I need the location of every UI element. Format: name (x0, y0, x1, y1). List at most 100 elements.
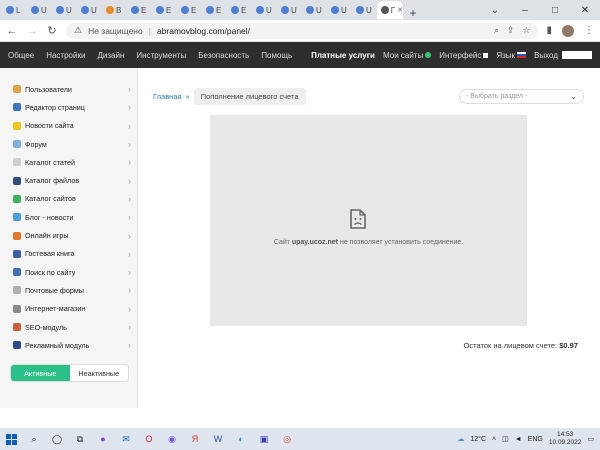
active-modules-tab[interactable]: Активные (11, 365, 70, 381)
section-select[interactable]: - Выбрать раздел - ⌄ (459, 89, 584, 104)
url-text[interactable]: abramovblog.com/panel/ (157, 26, 250, 36)
sidebar-item[interactable]: Каталог статей › (0, 153, 137, 171)
back-icon[interactable]: ← (6, 25, 18, 37)
sidebar-item[interactable]: Онлайн игры › (0, 226, 137, 244)
sidebar-item[interactable]: Новости сайта › (0, 117, 137, 135)
browser-tab[interactable]: E (127, 1, 152, 19)
sidebar-item[interactable]: Интернет-магазин › (0, 300, 137, 318)
error-prefix: Сайт (273, 239, 290, 246)
weather-icon[interactable]: ☁ (457, 435, 464, 443)
sidebar-item[interactable]: Каталог сайтов › (0, 190, 137, 208)
tray-chevron-icon[interactable]: ˄ (492, 436, 496, 443)
topnav-paid-services[interactable]: Платные услуги (311, 51, 375, 60)
sidebar-item[interactable]: Каталог файлов › (0, 171, 137, 189)
chevron-right-icon: › (128, 248, 131, 259)
windows-taskbar: ⌕ ◯ ⧉ ● ✉ O ◉ Я W ◐ ▣ ◎ ☁ 12°C ˄ ◫ ◄ ENG… (0, 428, 600, 450)
chrome-icon[interactable]: ◎ (280, 432, 294, 446)
sidebar-item[interactable]: Пользователи › (0, 80, 137, 98)
topnav-interface[interactable]: Интерфейс (439, 50, 489, 60)
reload-icon[interactable]: ↻ (46, 24, 58, 37)
browser-tab[interactable]: E (227, 1, 252, 19)
browser-tab[interactable]: U (327, 1, 352, 19)
menu-icon[interactable]: ⋮ (584, 25, 594, 36)
address-bar[interactable]: ⚠ Не защищено | abramovblog.com/panel/ ⌕… (66, 22, 539, 39)
favicon-icon (6, 6, 14, 14)
maximize-icon[interactable]: □ (540, 5, 570, 16)
sidebar-item[interactable]: Рекламный модуль › (0, 336, 137, 354)
articles-icon (13, 158, 21, 167)
shop-icon (13, 304, 21, 313)
yandex-browser-icon[interactable]: ◉ (165, 432, 179, 446)
status-dot-icon (425, 52, 432, 59)
square-icon (483, 52, 489, 58)
opera-icon[interactable]: O (142, 432, 156, 446)
network-icon[interactable]: ◫ (502, 435, 509, 443)
sidebar-item-label: Поиск по сайту (25, 267, 76, 277)
control-panel-topnav: Общее Настройки Дизайн Инструменты Безоп… (0, 42, 600, 68)
minimize-icon[interactable]: – (510, 5, 540, 16)
topnav-help[interactable]: Помощь (261, 51, 292, 60)
logout-label: Выход (534, 50, 558, 60)
topnav-design[interactable]: Дизайн (97, 51, 124, 60)
topnav-language[interactable]: Язык (496, 51, 527, 60)
windows-start-icon[interactable] (4, 432, 18, 446)
alice-icon[interactable]: ● (96, 432, 110, 446)
interface-label: Интерфейс (439, 50, 482, 60)
sidebar-item[interactable]: Блог - новости › (0, 208, 137, 226)
clock-date: 10.09.2022 (548, 439, 582, 446)
browser-tab[interactable]: E (177, 1, 202, 19)
browser-tab[interactable]: U (302, 1, 327, 19)
topnav-general[interactable]: Общее (8, 51, 34, 60)
word-icon[interactable]: W (211, 432, 225, 446)
mail-icon[interactable]: ✉ (119, 432, 133, 446)
browser-tab[interactable]: U (352, 1, 377, 19)
sidebar-item[interactable]: Гостевая книга › (0, 245, 137, 263)
sidebar-item-label: Каталог статей (25, 157, 75, 167)
browser-tab[interactable]: E (152, 1, 177, 19)
cortana-icon[interactable]: ◯ (50, 432, 64, 446)
topnav-logout[interactable]: Выход (534, 51, 592, 60)
browser-tab[interactable]: L (2, 1, 27, 19)
notifications-icon[interactable]: ▭ (587, 435, 594, 443)
sidebar-item[interactable]: Почтовые формы › (0, 281, 137, 299)
close-icon[interactable]: ✕ (570, 5, 600, 16)
chevron-down-icon[interactable]: ⌄ (480, 5, 510, 16)
sidebar-item[interactable]: Поиск по сайту › (0, 263, 137, 281)
volume-icon[interactable]: ◄ (515, 436, 522, 443)
side-panel-icon[interactable]: ▮ (546, 25, 552, 36)
clock[interactable]: 14:53 10.09.2022 (549, 431, 582, 447)
browser-tab[interactable]: B (102, 1, 127, 19)
floppy-save-icon[interactable]: ▣ (257, 432, 271, 446)
profile-avatar[interactable] (562, 24, 574, 37)
topnav-tools[interactable]: Инструменты (136, 51, 186, 60)
browser-tab[interactable]: U (277, 1, 302, 19)
inactive-modules-tab[interactable]: Неактивные (70, 365, 129, 381)
browser-tab[interactable]: U (252, 1, 277, 19)
forward-icon[interactable]: → (26, 25, 38, 37)
browser-tab[interactable]: E (202, 1, 227, 19)
balance-value: $0.97 (559, 341, 578, 350)
sidebar-item[interactable]: Форум › (0, 135, 137, 153)
share-icon[interactable]: ⇪ (507, 25, 515, 36)
weather-temp[interactable]: 12°C (470, 436, 486, 443)
bookmark-star-icon[interactable]: ☆ (522, 25, 530, 36)
breadcrumb-home-link[interactable]: Главная (153, 92, 182, 101)
sidebar-item[interactable]: Редактор страниц › (0, 98, 137, 116)
browser-tab[interactable]: U (77, 1, 102, 19)
browser-tab[interactable]: Г ✕ (377, 1, 403, 19)
tab-label: E (191, 5, 197, 15)
topnav-settings[interactable]: Настройки (46, 51, 85, 60)
topnav-security[interactable]: Безопасность (198, 51, 249, 60)
tab-label: U (291, 5, 297, 15)
sidebar-item[interactable]: SEO-модуль › (0, 318, 137, 336)
zoom-icon[interactable]: ⌕ (494, 25, 499, 36)
topnav-my-sites[interactable]: Мои сайты (383, 51, 432, 60)
language-indicator[interactable]: ENG (528, 436, 543, 443)
browser-tab[interactable]: U (52, 1, 77, 19)
browser-tab[interactable]: U (27, 1, 52, 19)
new-tab-button[interactable]: + (403, 6, 423, 20)
task-view-icon[interactable]: ⧉ (73, 432, 87, 446)
yandex-icon[interactable]: Я (188, 432, 202, 446)
edge-icon[interactable]: ◐ (234, 432, 248, 446)
search-icon[interactable]: ⌕ (27, 432, 41, 446)
